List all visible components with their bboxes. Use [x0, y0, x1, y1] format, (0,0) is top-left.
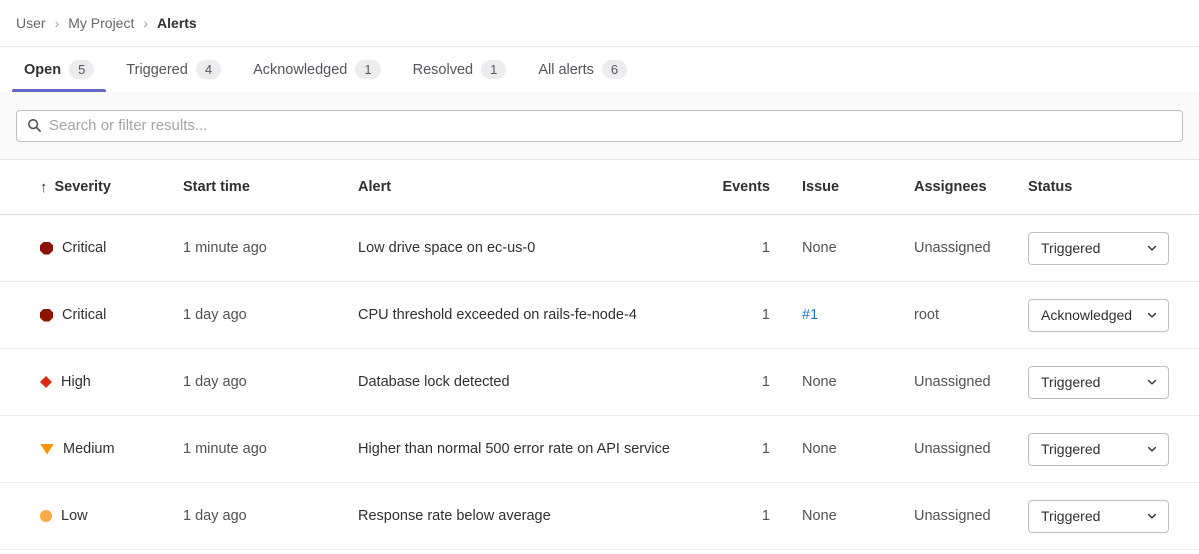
issue-cell: None: [770, 374, 882, 390]
start-time-cell: 1 day ago: [183, 307, 358, 323]
tab-resolved[interactable]: Resolved 1: [401, 47, 519, 92]
status-dropdown[interactable]: Triggered: [1028, 366, 1169, 399]
status-dropdown-label: Triggered: [1041, 441, 1100, 457]
status-dropdown[interactable]: Triggered: [1028, 500, 1169, 533]
chevron-right-icon: ›: [143, 15, 148, 31]
column-header-issue: Issue: [770, 179, 882, 195]
filter-bar: [0, 92, 1199, 160]
severity-critical-icon: [40, 242, 53, 255]
search-box[interactable]: [16, 110, 1183, 142]
tab-open[interactable]: Open 5: [12, 47, 106, 92]
tab-all-alerts[interactable]: All alerts 6: [526, 47, 639, 92]
assignees-cell: Unassigned: [882, 240, 1028, 256]
breadcrumb: User › My Project › Alerts: [0, 0, 1199, 47]
chevron-down-icon: [1146, 443, 1158, 455]
events-cell: 1: [710, 307, 770, 323]
assignees-cell: root: [882, 307, 1028, 323]
tab-label: All alerts: [538, 62, 594, 78]
start-time-cell: 1 day ago: [183, 508, 358, 524]
status-dropdown-label: Triggered: [1041, 374, 1100, 390]
assignees-cell: Unassigned: [882, 508, 1028, 524]
severity-cell: Low: [40, 508, 183, 524]
tab-label: Resolved: [413, 62, 473, 78]
tab-label: Open: [24, 62, 61, 78]
severity-high-icon: [40, 376, 52, 388]
severity-cell: Critical: [40, 307, 183, 323]
events-cell: 1: [710, 441, 770, 457]
alert-row[interactable]: High 1 day ago Database lock detected 1 …: [0, 349, 1199, 416]
chevron-down-icon: [1146, 242, 1158, 254]
issue-cell: None: [770, 240, 882, 256]
chevron-right-icon: ›: [55, 15, 60, 31]
start-time-cell: 1 minute ago: [183, 441, 358, 457]
alert-title: Database lock detected: [358, 374, 710, 390]
breadcrumb-alerts: Alerts: [157, 15, 197, 31]
chevron-down-icon: [1146, 376, 1158, 388]
start-time-cell: 1 minute ago: [183, 240, 358, 256]
tab-label: Triggered: [126, 62, 188, 78]
start-time-cell: 1 day ago: [183, 374, 358, 390]
assignees-cell: Unassigned: [882, 374, 1028, 390]
alert-title: Response rate below average: [358, 508, 710, 524]
table-header: ↑ Severity Start time Alert Events Issue…: [0, 160, 1199, 215]
tab-count-badge: 6: [602, 60, 627, 79]
column-header-assignees: Assignees: [882, 179, 1028, 195]
tab-triggered[interactable]: Triggered 4: [114, 47, 233, 92]
status-dropdown-label: Acknowledged: [1041, 307, 1132, 323]
breadcrumb-project[interactable]: My Project: [68, 15, 134, 31]
status-dropdown[interactable]: Acknowledged: [1028, 299, 1169, 332]
alert-row[interactable]: Medium 1 minute ago Higher than normal 5…: [0, 416, 1199, 483]
search-input[interactable]: [49, 117, 1172, 134]
column-header-alert: Alert: [358, 179, 710, 195]
issue-link[interactable]: #1: [802, 307, 818, 323]
status-dropdown[interactable]: Triggered: [1028, 433, 1169, 466]
column-header-severity[interactable]: ↑ Severity: [40, 179, 183, 196]
tab-count-badge: 5: [69, 60, 94, 79]
status-dropdown[interactable]: Triggered: [1028, 232, 1169, 265]
breadcrumb-user[interactable]: User: [16, 15, 46, 31]
severity-cell: Critical: [40, 240, 183, 256]
alert-row[interactable]: Critical 1 day ago CPU threshold exceede…: [0, 282, 1199, 349]
alert-tabs: Open 5 Triggered 4 Acknowledged 1 Resolv…: [0, 47, 1199, 92]
severity-cell: Medium: [40, 441, 183, 457]
tab-count-badge: 4: [196, 60, 221, 79]
issue-cell: #1: [770, 307, 882, 323]
tab-label: Acknowledged: [253, 62, 347, 78]
issue-cell: None: [770, 441, 882, 457]
alert-title: Low drive space on ec-us-0: [358, 240, 710, 256]
status-dropdown-label: Triggered: [1041, 240, 1100, 256]
alert-row[interactable]: Critical 1 minute ago Low drive space on…: [0, 215, 1199, 282]
column-header-events: Events: [710, 179, 770, 195]
severity-critical-icon: [40, 309, 53, 322]
severity-low-icon: [40, 510, 52, 522]
tab-count-badge: 1: [355, 60, 380, 79]
tab-acknowledged[interactable]: Acknowledged 1: [241, 47, 393, 92]
alert-title: Higher than normal 500 error rate on API…: [358, 441, 710, 457]
events-cell: 1: [710, 508, 770, 524]
column-header-status: Status: [1028, 179, 1169, 195]
assignees-cell: Unassigned: [882, 441, 1028, 457]
issue-cell: None: [770, 508, 882, 524]
severity-cell: High: [40, 374, 183, 390]
column-header-start-time: Start time: [183, 179, 358, 195]
sort-ascending-icon: ↑: [40, 179, 48, 196]
chevron-down-icon: [1146, 309, 1158, 321]
severity-medium-icon: [40, 444, 54, 455]
alert-row[interactable]: Low 1 day ago Response rate below averag…: [0, 483, 1199, 550]
events-cell: 1: [710, 374, 770, 390]
chevron-down-icon: [1146, 510, 1158, 522]
alert-title: CPU threshold exceeded on rails-fe-node-…: [358, 307, 710, 323]
events-cell: 1: [710, 240, 770, 256]
status-dropdown-label: Triggered: [1041, 508, 1100, 524]
search-icon: [27, 118, 42, 133]
tab-count-badge: 1: [481, 60, 506, 79]
